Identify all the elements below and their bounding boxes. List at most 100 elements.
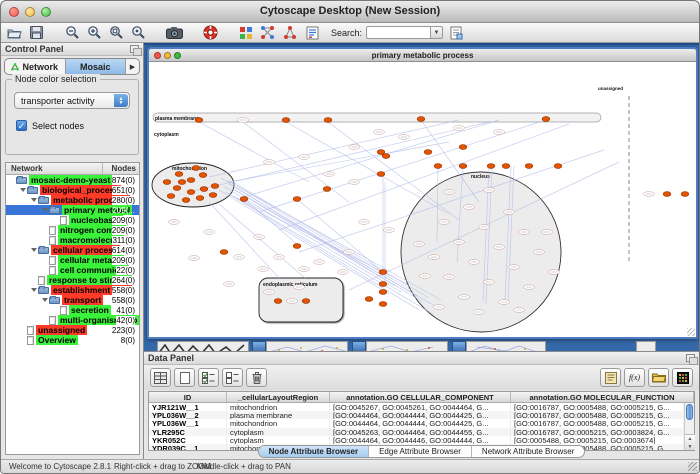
tree-item-multi-organism-pro[interactable]: multi-organism pro42(0) <box>6 315 139 325</box>
network-node-selected[interactable] <box>324 118 332 123</box>
zoom-in-icon[interactable] <box>85 24 103 41</box>
column-header[interactable]: ID <box>149 392 227 402</box>
tree-item-primary-metabol[interactable]: primary metabol209(... <box>6 205 139 215</box>
tree-item-metabolic-process[interactable]: metabolic process280(0) <box>6 195 139 205</box>
background-window-strip[interactable] <box>266 341 348 351</box>
zoom-out-icon[interactable] <box>63 24 81 41</box>
table-scrollbar-thumb[interactable] <box>686 404 693 420</box>
network-node-selected[interactable] <box>282 118 290 123</box>
network-node-selected[interactable] <box>173 186 181 191</box>
network-node-selected[interactable] <box>382 154 390 159</box>
tree-item-cellular-metabo[interactable]: cellular metabo209(0) <box>6 255 139 265</box>
float-panel-icon[interactable] <box>686 354 695 362</box>
layout-icon-a[interactable] <box>259 24 277 41</box>
tree-item-nitrogen-compo[interactable]: nitrogen compo209(0) <box>6 225 139 235</box>
zoom-selected-icon[interactable] <box>107 24 125 41</box>
network-node-selected[interactable] <box>554 164 562 169</box>
network-node-selected[interactable] <box>323 187 331 192</box>
network-node-selected[interactable] <box>209 193 217 198</box>
network-node-selected[interactable] <box>211 184 219 189</box>
column-header[interactable]: annotation.GO MOLECULAR_FUNCTION <box>511 392 694 402</box>
column-header[interactable]: annotation.GO CELLULAR_COMPONENT <box>330 392 511 402</box>
tab-overflow-arrow-icon[interactable]: ▶ <box>126 59 139 74</box>
select-nodes-checkbox[interactable]: ✓ <box>16 120 27 131</box>
tree-item-overview[interactable]: Overview8(0) <box>6 335 139 345</box>
network-node-selected[interactable] <box>365 297 373 302</box>
network-node-selected[interactable] <box>434 164 442 169</box>
table-row[interactable]: YJR121W__1mitochondrion[GO:0045267, GO:0… <box>149 403 684 411</box>
network-node-selected[interactable] <box>377 172 385 177</box>
import-attributes-folder-icon[interactable] <box>648 368 669 387</box>
network-canvas[interactable]: plasma membrane cytoplasm mitochondrion … <box>149 62 696 337</box>
search-input[interactable] <box>366 26 430 39</box>
network-node-selected[interactable] <box>182 198 190 203</box>
expander-icon[interactable] <box>30 285 38 295</box>
network-node-selected[interactable] <box>293 244 301 249</box>
tree-item-mosaic-demo-yeast[interactable]: mosaic-demo-yeast874(0) <box>6 175 139 185</box>
table-row[interactable]: YKR052Ccytoplasm[GO:0044464, GO:0044446,… <box>149 436 684 444</box>
new-attribute-icon[interactable] <box>174 368 195 387</box>
network-node-selected[interactable] <box>199 173 207 178</box>
float-panel-icon[interactable] <box>130 45 139 53</box>
attribute-setup-icon[interactable] <box>447 24 465 41</box>
background-window-titlebar[interactable] <box>352 341 366 351</box>
unselect-attributes-icon[interactable] <box>222 368 243 387</box>
table-row[interactable]: YPL036W__1mitochondrion[GO:0044464, GO:0… <box>149 419 684 427</box>
select-attributes-icon[interactable] <box>198 368 219 387</box>
network-node-selected[interactable] <box>175 172 183 177</box>
network-node-selected[interactable] <box>459 145 467 150</box>
tab-network[interactable]: Network <box>5 59 66 74</box>
background-window-strip[interactable] <box>157 341 249 351</box>
network-node-selected[interactable] <box>167 194 175 199</box>
background-window-strip[interactable] <box>466 341 546 351</box>
background-window-titlebar[interactable] <box>252 341 266 351</box>
help-lifesaver-icon[interactable] <box>201 24 219 41</box>
attribute-list-icon[interactable] <box>600 368 621 387</box>
app-resize-grip[interactable] <box>688 462 697 471</box>
network-node-selected[interactable] <box>187 178 195 183</box>
tree-item-establishment-of-lo[interactable]: establishment of lo558(0) <box>6 285 139 295</box>
column-header[interactable]: _cellularLayoutRegion <box>227 392 330 402</box>
tree-item-cell-communicat[interactable]: cell communicat22(0) <box>6 265 139 275</box>
tab-edge-attribute-browser[interactable]: Edge Attribute Browser <box>369 446 472 457</box>
delete-attribute-trash-icon[interactable] <box>246 368 267 387</box>
network-node-selected[interactable] <box>417 117 425 122</box>
network-node-selected[interactable] <box>196 196 204 201</box>
network-node-selected[interactable] <box>187 190 195 195</box>
expander-icon[interactable] <box>30 245 38 255</box>
background-window-strip[interactable] <box>366 341 448 351</box>
expander-icon[interactable] <box>19 185 27 195</box>
network-node-selected[interactable] <box>163 180 171 185</box>
tree-item-response-to-stimulu[interactable]: response to stimulu264(0) <box>6 275 139 285</box>
tree-item-nucleobase-[interactable]: nucleobase-209(0) <box>6 215 139 225</box>
window-resize-grip[interactable] <box>687 328 695 336</box>
tree-item-unassigned[interactable]: unassigned223(0) <box>6 325 139 335</box>
network-node-selected[interactable] <box>681 192 689 197</box>
network-node-selected[interactable] <box>240 197 248 202</box>
attribute-table-icon[interactable] <box>150 368 171 387</box>
network-node-selected[interactable] <box>379 302 387 307</box>
expander-icon[interactable] <box>41 205 49 215</box>
network-node-selected[interactable] <box>195 118 203 123</box>
network-node-selected[interactable] <box>502 164 510 169</box>
tab-network-attribute-browser[interactable]: Network Attribute Browser <box>472 446 584 457</box>
network-node-selected[interactable] <box>274 299 282 304</box>
network-node-selected[interactable] <box>293 197 301 202</box>
background-window-titlebar[interactable] <box>452 341 466 351</box>
network-node-selected[interactable] <box>220 250 228 255</box>
tab-node-attribute-browser[interactable]: Node Attribute Browser <box>259 446 370 457</box>
network-node-selected[interactable] <box>459 164 467 169</box>
tree-item-biological-process[interactable]: biological_process651(0) <box>6 185 139 195</box>
network-node-selected[interactable] <box>379 282 387 287</box>
snapshot-camera-icon[interactable] <box>165 24 183 41</box>
search-dropdown-icon[interactable]: ▼ <box>430 26 443 39</box>
legend-icon[interactable] <box>303 24 321 41</box>
network-node-selected[interactable] <box>192 166 200 171</box>
node-color-dropdown[interactable]: transporter activity ▲▼ <box>14 92 130 109</box>
network-node-selected[interactable] <box>487 164 495 169</box>
save-icon[interactable] <box>27 24 45 41</box>
vizmapper-icon[interactable] <box>237 24 255 41</box>
layout-icon-b[interactable] <box>281 24 299 41</box>
network-node-selected[interactable] <box>379 270 387 275</box>
network-node-selected[interactable] <box>663 192 671 197</box>
